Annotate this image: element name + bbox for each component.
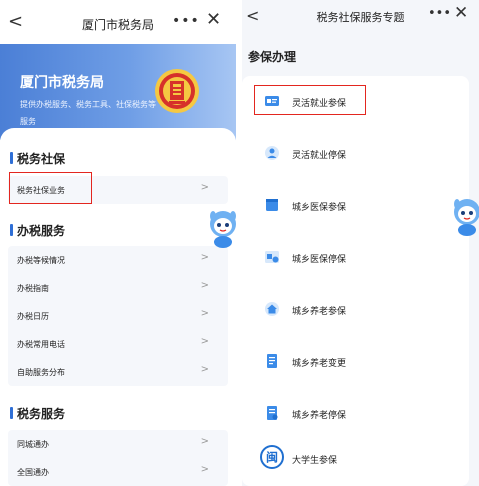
mascot-icon[interactable] (452, 196, 479, 236)
document-stop-icon (267, 406, 278, 420)
item-label: 城乡养老变更 (292, 359, 347, 369)
right-screen: < 税务社保服务专题 ••• ✕ 参保办理 灵活就业参保 灵活就业停保 城乡医保… (242, 0, 479, 486)
chevron-right-icon: > (200, 252, 209, 263)
item-label: 灵活就业参保 (292, 99, 347, 109)
menu-item-same-city[interactable]: 同城通办 > (8, 430, 228, 458)
menu-item-label: 办税等候情况 (17, 256, 65, 265)
top-nav-bar: < 税务社保服务专题 ••• ✕ (242, 0, 479, 36)
section-title-enrollment: 参保办理 (248, 50, 297, 64)
left-screen: < 厦门市税务局 ••• ✕ 厦门市税务局 提供办税服务、税务工具、社保税务等服… (0, 0, 236, 486)
item-pension-enroll[interactable]: 城乡养老参保 (242, 294, 469, 324)
menu-item-waiting-status[interactable]: 办税等候情况 > (8, 246, 228, 274)
enrollment-card: 灵活就业参保 灵活就业停保 城乡医保参保 城乡医保停保 城乡养老参保 城乡养老变… (242, 76, 469, 486)
close-button[interactable]: ✕ (206, 9, 221, 30)
min-logo-char: 闽 (266, 450, 278, 465)
menu-item-label: 办税日历 (17, 312, 49, 321)
menu-item-label: 办税常用电话 (17, 340, 65, 349)
menu-item-self-service[interactable]: 自助服务分布 > (8, 358, 228, 386)
section-group-tax-services: 办税等候情况 > 办税指南 > 办税日历 > 办税常用电话 > 自助服务分布 > (8, 246, 228, 386)
header-banner: 厦门市税务局 提供办税服务、税务工具、社保税务等服务 (0, 44, 236, 140)
item-flexible-stop[interactable]: 灵活就业停保 (242, 138, 469, 168)
medical-stop-icon (265, 251, 279, 263)
item-label: 城乡医保参保 (292, 203, 347, 213)
section-title-tax-services: 办税服务 (10, 222, 65, 239)
item-pension-change[interactable]: 城乡养老变更 (242, 346, 469, 376)
chevron-right-icon: > (200, 280, 209, 291)
chevron-right-icon: > (200, 436, 209, 447)
menu-item-label: 办税指南 (17, 284, 49, 293)
menu-item-label: 同城通办 (17, 440, 49, 449)
menu-item-tax-calendar[interactable]: 办税日历 > (8, 302, 228, 330)
chevron-right-icon: > (200, 464, 209, 475)
top-nav-bar: < 厦门市税务局 ••• ✕ (0, 0, 236, 44)
close-button[interactable]: ✕ (454, 3, 468, 23)
item-pension-stop[interactable]: 城乡养老停保 (242, 398, 469, 428)
item-flexible-enroll[interactable]: 灵活就业参保 (242, 86, 469, 116)
item-medical-enroll[interactable]: 城乡医保参保 (242, 190, 469, 220)
min-logo-icon: 闽 (260, 445, 284, 469)
house-icon (265, 302, 279, 316)
item-label: 城乡养老参保 (292, 307, 347, 317)
mascot-icon[interactable] (208, 208, 238, 248)
menu-item-label: 全国通办 (17, 468, 49, 477)
item-label: 城乡养老停保 (292, 411, 347, 421)
menu-item-nationwide[interactable]: 全国通办 > (8, 458, 228, 486)
menu-item-phone-numbers[interactable]: 办税常用电话 > (8, 330, 228, 358)
banner-title: 厦门市税务局 (20, 75, 104, 91)
highlight-box (9, 172, 92, 204)
item-label: 城乡医保停保 (292, 255, 347, 265)
item-label: 大学生参保 (292, 456, 338, 466)
more-menu-button[interactable]: ••• (428, 6, 451, 21)
section-title-tax-social: 税务社保 (10, 150, 65, 167)
document-edit-icon (267, 354, 277, 368)
item-medical-stop[interactable]: 城乡医保停保 (242, 242, 469, 272)
chevron-right-icon: > (200, 336, 209, 347)
banner-subtitle: 提供办税服务、税务工具、社保税务等服务 (20, 100, 156, 126)
item-student-enroll[interactable]: 闽 大学生参保 (242, 443, 469, 473)
chevron-right-icon: > (200, 364, 209, 375)
chevron-right-icon: > (200, 308, 209, 319)
chevron-right-icon: > (200, 182, 209, 193)
medical-card-icon (266, 199, 278, 211)
page-title: 厦门市税务局 (81, 18, 154, 32)
menu-item-label: 自助服务分布 (17, 368, 65, 377)
pause-user-icon (265, 146, 279, 160)
tax-emblem-icon (155, 69, 199, 113)
more-menu-button[interactable]: ••• (172, 13, 200, 29)
card-icon (265, 96, 279, 106)
section-title-tax-service: 税务服务 (10, 405, 65, 422)
item-label: 灵活就业停保 (292, 151, 347, 161)
menu-item-tax-guide[interactable]: 办税指南 > (8, 274, 228, 302)
section-group-tax-service: 同城通办 > 全国通办 > (8, 430, 228, 486)
